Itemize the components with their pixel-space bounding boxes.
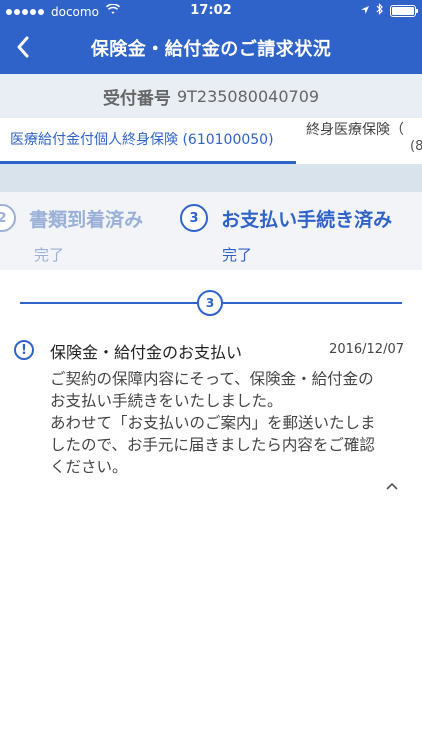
tab-policy-2[interactable]: 終身医療保険（ (8 [306,118,422,164]
step-title: お支払い手続き済み [221,208,393,231]
notice-body-line: お支払い手続きをいたしました。 [50,392,283,410]
tab-policy-1[interactable]: 医療給付金付個人終身保険 (610100050) [0,118,296,164]
notice-body-line: したので、お手元に届きましたら内容をご確認 [50,436,375,454]
tab-label-line2: (8 [410,138,422,154]
bluetooth-icon [376,3,384,19]
policy-tabs: 医療給付金付個人終身保険 (610100050) 終身医療保険（ (8 [0,118,422,164]
notice-body: ご契約の保障内容にそって、保険金・給付金の お支払い手続きをいたしました。 あわ… [50,368,412,478]
step-status: 完了 [34,246,65,264]
status-time: 17:02 [190,3,232,18]
progress-steps: 2 書類到着済み 完了 3 お支払い手続き済み 完了 [0,192,422,270]
step-status: 完了 [222,246,253,264]
tab-label: 終身医療保険（ [306,122,404,138]
app-header: 保険金・給付金のご請求状況 [0,22,422,74]
tab-label: 医療給付金付個人終身保険 (610100050) [10,132,274,148]
status-bar: docomo 17:02 [0,0,422,22]
timeline-step-marker: 3 [197,290,223,316]
notice-body-line: ご契約の保障内容にそって、保険金・給付金の [50,370,374,388]
timeline: 3 [20,290,402,316]
exclamation-icon: ! [14,340,34,360]
battery-icon [390,5,418,17]
receipt-label: 受付番号 [102,88,171,109]
chevron-up-icon [386,482,398,490]
receipt-number-row: 受付番号 9T235080040709 [0,74,422,118]
notice-date: 2016/12/07 [329,342,404,357]
notice-body-line: あわせて「お支払いのご案内」を郵送いたしま [50,414,376,432]
location-arrow-icon [360,4,370,19]
step-title: 書類到着済み [29,208,144,231]
section-divider [0,164,422,192]
step-number: 2 [0,204,16,232]
step-number: 3 [180,204,208,232]
receipt-number: 9T235080040709 [176,86,320,106]
collapse-button[interactable] [382,476,402,496]
page-title: 保険金・給付金のご請求状況 [90,39,332,60]
notice-title: 保険金・給付金のお支払い [50,343,243,362]
step-payment-processed: 3 お支払い手続き済み 完了 [180,204,393,264]
notice-body-line: ください。 [50,458,128,476]
status-right [360,3,418,19]
step-documents-received: 2 書類到着済み 完了 [0,204,144,264]
